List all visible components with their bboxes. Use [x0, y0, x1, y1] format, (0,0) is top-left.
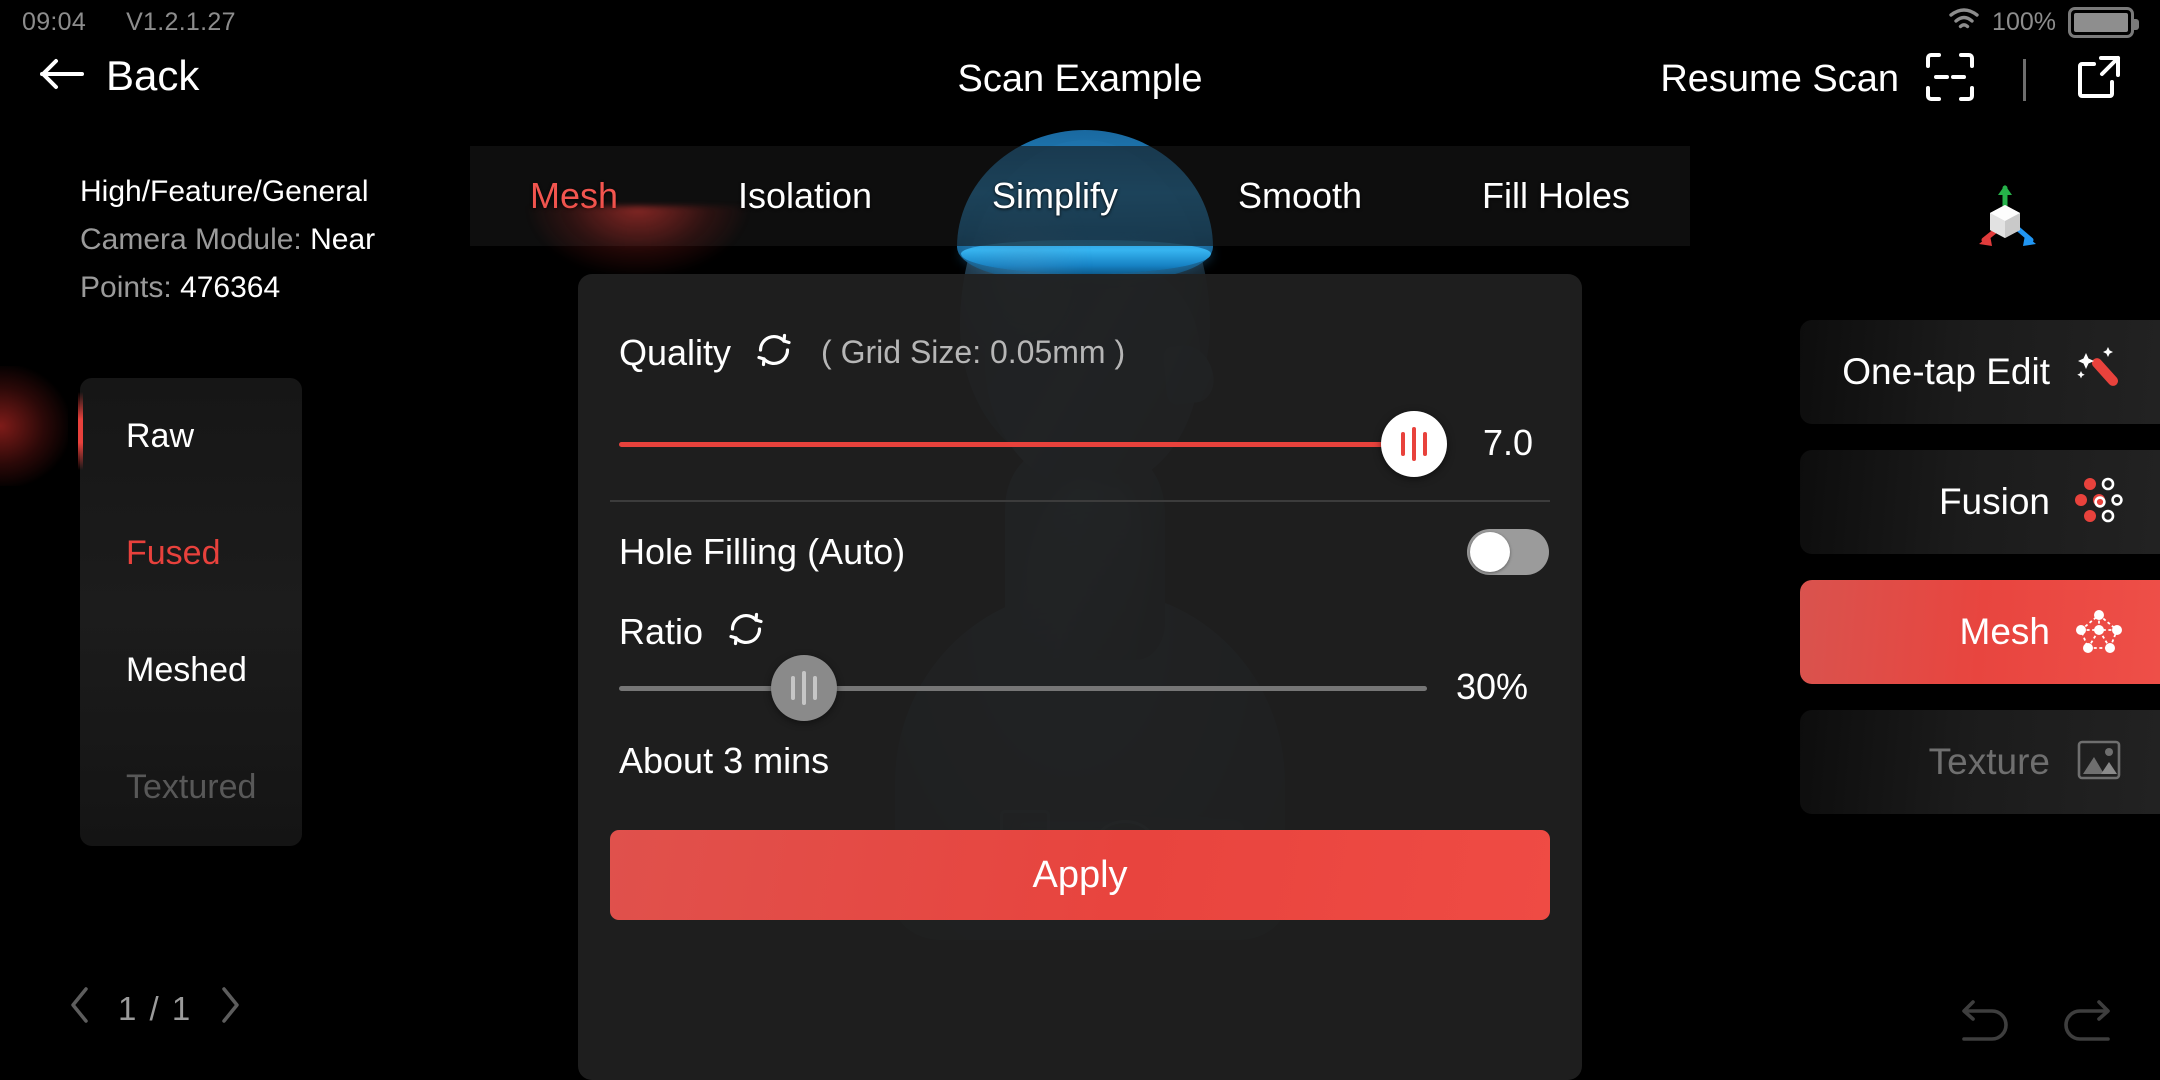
stage-list: Raw Fused Meshed Textured	[80, 378, 302, 846]
tab-fill-holes[interactable]: Fill Holes	[1472, 175, 1640, 217]
battery-icon	[2068, 6, 2139, 38]
one-tap-edit-label: One-tap Edit	[1842, 351, 2050, 392]
tab-simplify[interactable]: Simplify	[982, 175, 1128, 217]
toggle-knob	[1470, 532, 1510, 572]
stage-label-raw: Raw	[126, 417, 195, 455]
stage-item-fused[interactable]: Fused	[80, 495, 302, 612]
share-external-icon[interactable]	[2074, 52, 2124, 107]
hole-filling-label: Hole Filling (Auto)	[619, 531, 906, 572]
mesh-settings-panel: Quality ( Grid Size: 0.05mm ) 7.0 Hole F…	[578, 274, 1582, 1080]
fusion-dots-icon	[2072, 473, 2126, 532]
stage-item-raw[interactable]: Raw	[80, 378, 302, 495]
eta-label: About 3 mins	[619, 740, 830, 781]
chevron-right-icon[interactable]	[218, 985, 242, 1032]
scan-info-block: High/Feature/General Camera Module: Near…	[80, 168, 375, 312]
camera-module-value: Near	[310, 223, 376, 256]
ratio-label: Ratio	[619, 610, 704, 652]
stage-label-meshed: Meshed	[126, 651, 247, 689]
app-version-label: V1.2.1.27	[126, 7, 236, 36]
hole-filling-row: Hole Filling (Auto)	[619, 529, 1549, 575]
ratio-slider[interactable]	[619, 655, 1427, 721]
refresh-icon[interactable]	[753, 329, 795, 376]
tab-mesh[interactable]: Mesh	[520, 175, 628, 217]
quality-slider-thumb[interactable]	[1381, 411, 1447, 477]
ratio-row: Ratio	[619, 608, 767, 655]
stage-label-fused: Fused	[126, 534, 221, 572]
pager: 1 / 1	[68, 985, 242, 1032]
stage-label-textured: Textured	[126, 768, 257, 806]
apply-button[interactable]: Apply	[610, 830, 1550, 920]
ratio-slider-track	[619, 686, 1427, 691]
tool-tab-bar: Mesh Isolation Simplify Smooth Fill Hole…	[470, 146, 1690, 246]
ratio-value: 30%	[1456, 666, 1529, 707]
grid-size-label: ( Grid Size: 0.05mm )	[821, 334, 1126, 370]
redo-icon[interactable]	[2058, 995, 2118, 1050]
wifi-icon	[1948, 7, 1980, 38]
magic-wand-icon	[2072, 343, 2126, 402]
points-value: 476364	[180, 271, 281, 304]
tab-smooth[interactable]: Smooth	[1228, 175, 1372, 217]
texture-label: Texture	[1928, 741, 2050, 782]
points-row: Points: 476364	[80, 264, 375, 312]
stage-item-meshed[interactable]: Meshed	[80, 612, 302, 729]
scan-preset-label: High/Feature/General	[80, 175, 369, 208]
hole-filling-toggle[interactable]	[1467, 529, 1549, 575]
mesh-label: Mesh	[1959, 611, 2050, 652]
one-tap-edit-button[interactable]: One-tap Edit	[1800, 320, 2160, 424]
history-controls	[1954, 995, 2118, 1050]
clock-label: 09:04	[22, 7, 87, 36]
ratio-slider-thumb[interactable]	[771, 655, 837, 721]
camera-module-label: Camera Module:	[80, 223, 302, 256]
panel-divider	[610, 500, 1550, 502]
chevron-left-icon[interactable]	[68, 985, 92, 1032]
image-icon	[2072, 733, 2126, 792]
resume-scan-label[interactable]: Resume Scan	[1660, 58, 1899, 101]
refresh-icon[interactable]	[725, 608, 767, 655]
mesh-network-icon	[2072, 603, 2126, 662]
pager-label: 1 / 1	[118, 989, 193, 1027]
fusion-button[interactable]: Fusion	[1800, 450, 2160, 554]
scanner-app-screen: 09:04 V1.2.1.27 100% Back Scan Example R…	[0, 0, 2160, 1080]
header-divider	[2023, 58, 2026, 101]
quality-row: Quality ( Grid Size: 0.05mm )	[619, 329, 1125, 376]
points-label: Points:	[80, 271, 172, 304]
quality-label: Quality	[619, 331, 732, 373]
scan-frame-icon[interactable]	[1925, 52, 1975, 107]
mesh-button[interactable]: Mesh	[1800, 580, 2160, 684]
quality-value: 7.0	[1483, 422, 1534, 463]
quality-slider[interactable]	[619, 411, 1447, 477]
header-actions: Resume Scan	[1660, 52, 2124, 107]
status-bar-right: 100%	[1948, 6, 2139, 38]
tab-isolation[interactable]: Isolation	[728, 175, 882, 217]
texture-button: Texture	[1800, 710, 2160, 814]
fusion-label: Fusion	[1938, 481, 2050, 522]
undo-icon[interactable]	[1954, 995, 2014, 1050]
quality-slider-track	[619, 442, 1427, 447]
stage-item-textured: Textured	[80, 729, 302, 846]
axis-gizmo-icon[interactable]	[1962, 180, 2048, 265]
status-bar: 09:04 V1.2.1.27 100%	[0, 0, 2160, 44]
app-header: Back Scan Example Resume Scan	[0, 44, 2160, 120]
right-toolbar: One-tap Edit Fusion Mesh Texture	[1800, 320, 2160, 840]
battery-percent-label: 100%	[1992, 7, 2056, 36]
camera-module-row: Camera Module: Near	[80, 216, 375, 264]
